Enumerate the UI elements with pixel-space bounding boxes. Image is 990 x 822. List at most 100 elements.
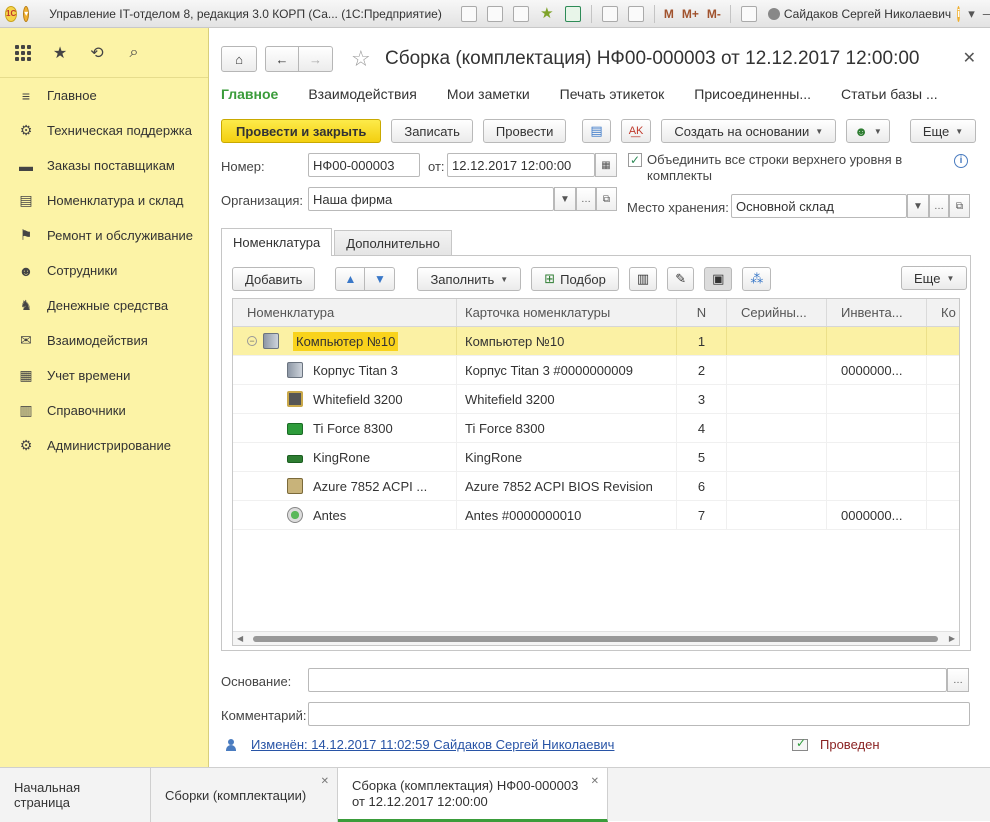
comment-field[interactable] bbox=[308, 702, 970, 726]
organization-field[interactable]: Наша фирма bbox=[308, 187, 554, 211]
structure-button[interactable]: ⁂ bbox=[742, 267, 772, 291]
search-icon[interactable]: ⌕ bbox=[123, 42, 145, 64]
calendar-icon[interactable] bbox=[627, 5, 644, 22]
memory-button[interactable]: M bbox=[664, 7, 674, 21]
sidebar-item-support[interactable]: ⚙ Техническая поддержка bbox=[0, 113, 208, 148]
chevron-down-icon[interactable]: ▾ bbox=[968, 6, 975, 22]
section-knowledge-base[interactable]: Статьи базы ... bbox=[841, 86, 938, 102]
sidebar-item-interactions[interactable]: ✉ Взаимодействия bbox=[0, 323, 208, 358]
close-icon[interactable]: ✕ bbox=[591, 776, 599, 787]
pick-button[interactable]: ⊞ Подбор bbox=[531, 267, 619, 291]
serial-numbers-button[interactable]: ▣ bbox=[704, 267, 733, 291]
horizontal-scrollbar[interactable]: ◀ ▶ bbox=[233, 631, 959, 645]
sidebar-item-administration[interactable]: ⚙ Администрирование bbox=[0, 428, 208, 463]
storage-open-button[interactable]: ⧉ bbox=[949, 194, 970, 218]
table-row[interactable]: Azure 7852 ACPI ... Azure 7852 ACPI BIOS… bbox=[233, 472, 959, 501]
column-header-n[interactable]: N bbox=[677, 299, 727, 326]
back-button[interactable]: ← bbox=[265, 46, 299, 72]
copy-icon[interactable] bbox=[460, 5, 477, 22]
section-main[interactable]: Главное bbox=[221, 86, 278, 102]
move-up-button[interactable]: ▲ bbox=[335, 267, 366, 291]
minimize-icon[interactable]: – bbox=[983, 6, 990, 21]
calculator-icon[interactable] bbox=[601, 5, 618, 22]
organization-open-button[interactable]: ⧉ bbox=[596, 187, 617, 211]
storage-field[interactable]: Основной склад bbox=[731, 194, 907, 218]
barcode-button[interactable]: ▥ bbox=[628, 267, 658, 291]
sidebar-item-main[interactable]: ≡ Главное bbox=[0, 78, 208, 113]
storage-select-button[interactable]: … bbox=[929, 194, 949, 218]
create-based-on-button[interactable]: Создать на основании ▼ bbox=[661, 119, 837, 143]
collapse-icon[interactable]: − bbox=[247, 336, 257, 346]
scrollbar-thumb[interactable] bbox=[253, 636, 938, 642]
section-label-print[interactable]: Печать этикеток bbox=[560, 86, 665, 102]
sidebar-item-employees[interactable]: ☻ Сотрудники bbox=[0, 253, 208, 288]
main-menu-icon[interactable]: ▾ bbox=[23, 5, 30, 22]
storage-dropdown-button[interactable]: ▼ bbox=[907, 194, 929, 218]
window-tab-assemblies[interactable]: Сборки (комплектации) ✕ bbox=[151, 768, 338, 822]
related-users-button[interactable]: ☻ ▼ bbox=[846, 119, 890, 143]
organization-select-button[interactable]: … bbox=[576, 187, 596, 211]
memory-subtract-button[interactable]: M- bbox=[707, 7, 721, 21]
history-icon[interactable] bbox=[564, 5, 581, 22]
favorites-star-icon[interactable]: ★ bbox=[49, 42, 71, 64]
sidebar-item-inventory[interactable]: ▤ Номенклатура и склад bbox=[0, 183, 208, 218]
table-row[interactable]: Корпус Titan 3 Корпус Titan 3 #000000000… bbox=[233, 356, 959, 385]
date-field[interactable]: 12.12.2017 12:00:00 bbox=[447, 153, 595, 177]
sidebar-item-money[interactable]: ♞ Денежные средства bbox=[0, 288, 208, 323]
history-icon[interactable]: ⟲ bbox=[86, 42, 108, 64]
sidebar-item-repair[interactable]: ⚑ Ремонт и обслуживание bbox=[0, 218, 208, 253]
write-button[interactable]: Записать bbox=[391, 119, 473, 143]
info-icon[interactable]: i bbox=[957, 5, 961, 22]
basis-select-button[interactable]: … bbox=[947, 668, 969, 692]
tab-nomenclature[interactable]: Номенклатура bbox=[221, 228, 333, 256]
table-row[interactable]: − Компьютер №10 Компьютер №10 1 bbox=[233, 327, 959, 356]
number-field[interactable]: НФ00-000003 bbox=[308, 153, 420, 177]
favorites-icon[interactable]: ★ bbox=[539, 5, 555, 22]
table-row[interactable]: Antes Antes #0000000010 7 0000000... bbox=[233, 501, 959, 530]
forward-button[interactable]: → bbox=[299, 46, 333, 72]
fill-button[interactable]: Заполнить ▼ bbox=[417, 267, 522, 291]
column-header-card[interactable]: Карточка номенклатуры bbox=[457, 299, 677, 326]
table-row[interactable]: Ti Force 8300 Ti Force 8300 4 bbox=[233, 414, 959, 443]
all-functions-icon[interactable] bbox=[12, 42, 34, 64]
move-down-button[interactable]: ▼ bbox=[365, 267, 396, 291]
preview-icon[interactable] bbox=[512, 5, 529, 22]
current-user[interactable]: Сайдаков Сергей Николаевич bbox=[767, 7, 951, 21]
print-icon[interactable] bbox=[486, 5, 503, 22]
window-tab-assembly-document[interactable]: Сборка (комплектация) НФ00-000003 от 12.… bbox=[338, 768, 608, 822]
sidebar-item-supplier-orders[interactable]: ▬ Заказы поставщикам bbox=[0, 148, 208, 183]
changed-link[interactable]: Изменён: 14.12.2017 11:02:59 Сайдаков Се… bbox=[251, 737, 614, 752]
close-icon[interactable]: ✕ bbox=[963, 48, 976, 68]
basis-field[interactable] bbox=[308, 668, 947, 692]
info-icon[interactable]: i bbox=[954, 154, 968, 168]
spelling-button[interactable]: A͟K bbox=[620, 119, 652, 143]
section-my-notes[interactable]: Мои заметки bbox=[447, 86, 530, 102]
home-button[interactable]: ⌂ bbox=[221, 46, 257, 72]
scroll-left-icon[interactable]: ◀ bbox=[237, 634, 243, 643]
post-and-close-button[interactable]: Провести и закрыть bbox=[221, 119, 382, 143]
window-tab-home[interactable]: Начальная страница bbox=[0, 768, 151, 822]
sidebar-item-catalogs[interactable]: ▥ Справочники bbox=[0, 393, 208, 428]
column-header-nomenclature[interactable]: Номенклатура bbox=[233, 299, 457, 326]
register-report-button[interactable]: ▤ bbox=[582, 119, 611, 143]
column-header-inventory[interactable]: Инвента... bbox=[827, 299, 927, 326]
merge-top-level-checkbox[interactable]: ✓ Объединить все строки верхнего уровня … bbox=[628, 152, 928, 184]
scroll-right-icon[interactable]: ▶ bbox=[949, 634, 955, 643]
favorite-star-icon[interactable]: ☆ bbox=[351, 46, 377, 72]
section-attached-files[interactable]: Присоединенны... bbox=[694, 86, 811, 102]
tab-additional[interactable]: Дополнительно bbox=[334, 230, 452, 256]
table-more-button[interactable]: Еще ▼ bbox=[901, 266, 968, 290]
more-button[interactable]: Еще ▼ bbox=[909, 119, 977, 143]
table-row[interactable]: KingRone KingRone 5 bbox=[233, 443, 959, 472]
section-interactions[interactable]: Взаимодействия bbox=[308, 86, 417, 102]
organization-dropdown-button[interactable]: ▼ bbox=[554, 187, 576, 211]
scanner-button[interactable]: ✎ bbox=[667, 267, 695, 291]
memory-add-button[interactable]: M+ bbox=[682, 7, 699, 21]
close-icon[interactable]: ✕ bbox=[321, 776, 329, 787]
sidebar-item-time-tracking[interactable]: ▦ Учет времени bbox=[0, 358, 208, 393]
panels-icon[interactable] bbox=[740, 5, 757, 22]
table-row[interactable]: Whitefield 3200 Whitefield 3200 3 bbox=[233, 385, 959, 414]
post-button[interactable]: Провести bbox=[482, 119, 567, 143]
add-row-button[interactable]: Добавить bbox=[232, 267, 316, 291]
calendar-picker-button[interactable]: ▦ bbox=[595, 153, 617, 177]
